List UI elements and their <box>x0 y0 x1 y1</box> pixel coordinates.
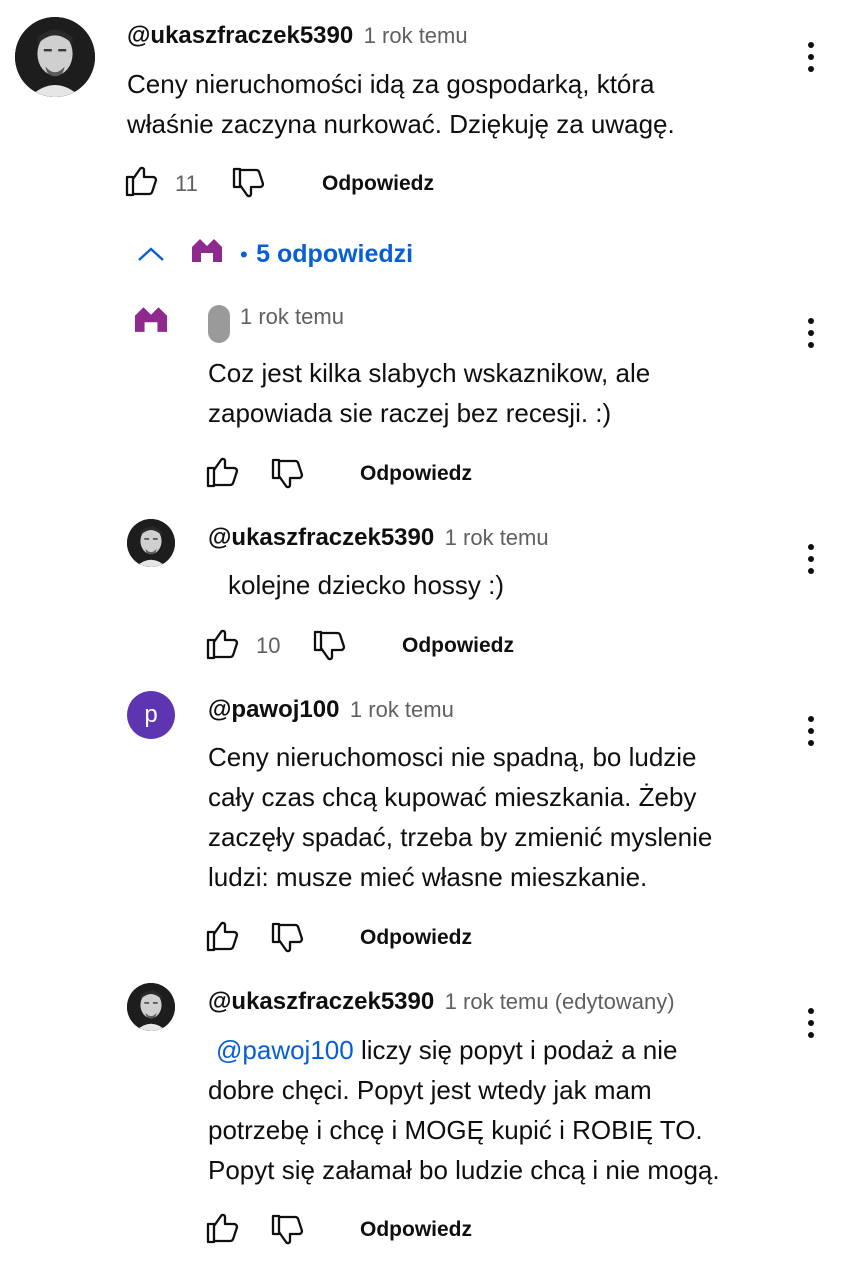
thumb-up-icon[interactable] <box>124 163 160 199</box>
thumb-down-icon[interactable] <box>270 456 306 492</box>
comment-header: @ukaszfraczek5390 1 rok temu (edytowany) <box>208 988 675 1016</box>
house-logo-icon <box>192 239 222 262</box>
house-logo-icon[interactable] <box>133 304 169 334</box>
like-count: 11 <box>175 171 198 196</box>
comment-author[interactable]: @ukaszfraczek5390 <box>208 524 434 551</box>
avatar[interactable] <box>127 519 175 567</box>
replies-toggle[interactable]: • 5 odpowiedzi <box>240 240 413 269</box>
comment-author[interactable]: @pawoj100 <box>208 696 339 723</box>
comment-author[interactable]: @ukaszfraczek5390 <box>127 22 353 49</box>
comment-text: Ceny nieruchomosci nie spadną, bo ludzie… <box>208 742 713 892</box>
comment-text: Ceny nieruchomości idą za gospodarką, kt… <box>127 69 675 139</box>
thumb-up-icon[interactable] <box>205 918 241 954</box>
thumb-up-icon[interactable] <box>205 454 241 490</box>
comment-text: Coz jest kilka slabych wskaznikow, ale z… <box>208 358 651 428</box>
reply-button[interactable]: Odpowiedz <box>322 172 434 196</box>
more-vert-icon[interactable] <box>808 42 816 78</box>
reply-button[interactable]: Odpowiedz <box>360 926 472 950</box>
chevron-up-icon[interactable] <box>136 244 166 264</box>
comment-header: @ukaszfraczek5390 1 rok temu <box>127 22 468 50</box>
comment-time[interactable]: 1 rok temu <box>445 525 549 550</box>
avatar[interactable] <box>15 17 95 97</box>
avatar[interactable]: p <box>127 691 175 739</box>
thumb-down-icon[interactable] <box>270 1212 306 1248</box>
avatar[interactable] <box>127 983 175 1031</box>
more-vert-icon[interactable] <box>808 318 816 354</box>
bullet: • <box>240 242 248 267</box>
author-badge[interactable] <box>208 305 230 343</box>
comment-text: kolejne dziecko hossy :) <box>228 570 505 600</box>
thumb-down-icon[interactable] <box>312 628 348 664</box>
more-vert-icon[interactable] <box>808 716 816 752</box>
comment-author[interactable]: @ukaszfraczek5390 <box>208 988 434 1015</box>
more-vert-icon[interactable] <box>808 1008 816 1044</box>
avatar-letter: p <box>144 701 158 728</box>
comment-time[interactable]: 1 rok temu <box>364 23 468 48</box>
thumb-up-icon[interactable] <box>205 626 241 662</box>
comment-time[interactable]: 1 rok temu <box>350 697 454 722</box>
thumb-up-icon[interactable] <box>205 1210 241 1246</box>
comment-header: @ukaszfraczek5390 1 rok temu <box>208 524 549 552</box>
reply-button[interactable]: Odpowiedz <box>360 1218 472 1242</box>
mention-link[interactable]: @pawoj100 <box>208 1035 354 1065</box>
thumb-down-icon[interactable] <box>231 165 267 201</box>
more-vert-icon[interactable] <box>808 544 816 580</box>
comment-time[interactable]: 1 rok temu (edytowany) <box>445 989 675 1014</box>
thumb-down-icon[interactable] <box>270 920 306 956</box>
comment-text: @pawoj100 liczy się popyt i podaż a nie … <box>208 1035 720 1185</box>
reply-button[interactable]: Odpowiedz <box>360 462 472 486</box>
comment-time[interactable]: 1 rok temu <box>240 304 344 330</box>
comment-header: @pawoj100 1 rok temu <box>208 696 454 724</box>
like-count: 10 <box>256 633 281 658</box>
reply-button[interactable]: Odpowiedz <box>402 634 514 658</box>
replies-count-link[interactable]: 5 odpowiedzi <box>256 240 413 268</box>
